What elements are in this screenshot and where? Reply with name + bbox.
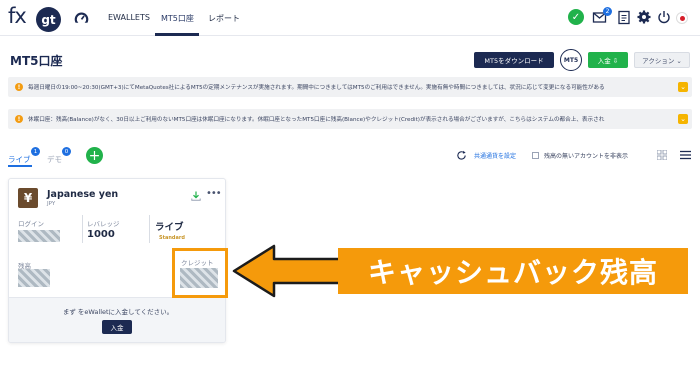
card-deposit-button[interactable]: 入金 [102, 320, 132, 334]
dormant-account-notice: ! 休眠口座：残高(Balance)がなく、30日以上ご利用のないMT5口座は休… [8, 109, 692, 129]
yen-currency-icon: ¥ [18, 188, 38, 208]
gear-icon[interactable] [636, 9, 652, 25]
hide-no-balance-label[interactable]: 残高の無いアカウントを非表示 [544, 151, 628, 160]
dashboard-icon[interactable] [73, 10, 90, 27]
chevron-down-icon[interactable]: ⌄ [678, 114, 688, 124]
top-navigation-bar: fx gt EWALLETS MT5口座 レポート ✓ 2 [0, 0, 700, 36]
nav-active-indicator [155, 33, 199, 36]
divider [82, 215, 83, 243]
fxgt-logo[interactable]: fx gt [8, 4, 64, 32]
chevron-down-icon[interactable]: ⌄ [678, 82, 688, 92]
maintenance-notice: ! 毎週日曜日の19:00~20:30(GMT+3)にてMetaQuotes社に… [8, 77, 692, 97]
deposit-button[interactable]: 入金 ⇩ [588, 52, 628, 68]
more-options-icon[interactable]: ••• [206, 188, 222, 199]
currency-code: JPY [47, 201, 56, 207]
tab-demo[interactable]: デモ [47, 154, 62, 165]
notice-text: 毎週日曜日の19:00~20:30(GMT+3)にてMetaQuotes社による… [28, 85, 605, 91]
warning-icon: ! [15, 83, 23, 91]
annotation-arrow-icon [232, 244, 352, 298]
power-icon[interactable] [656, 9, 672, 25]
deposit-prompt-text: まず をeWalletに入金してください。 [62, 308, 174, 316]
warning-icon: ! [15, 115, 23, 123]
balance-value-masked [18, 269, 50, 287]
account-type-label: ライブ [155, 222, 184, 233]
page-title: MT5口座 [10, 54, 63, 68]
divider [149, 215, 150, 243]
demo-count-badge: 0 [62, 147, 71, 156]
tab-live[interactable]: ライブ [8, 154, 31, 165]
nav-reports[interactable]: レポート [208, 13, 240, 24]
hide-no-balance-checkbox[interactable] [532, 152, 539, 159]
refresh-icon[interactable] [456, 150, 467, 161]
add-account-button[interactable]: + [86, 147, 103, 164]
set-common-currency-link[interactable]: 共通通貨を設定 [474, 151, 516, 160]
download-icon[interactable] [191, 191, 201, 201]
login-value-masked [18, 230, 60, 242]
notice-text: 休眠口座：残高(Balance)がなく、30日以上ご利用のないMT5口座は休眠口… [28, 117, 605, 123]
account-type-standard: Standard [159, 235, 185, 241]
mail-count-badge: 2 [603, 7, 612, 16]
clipboard-icon[interactable] [616, 9, 632, 25]
logo-gt-badge: gt [36, 7, 61, 32]
leverage-label: レバレッジ [87, 220, 120, 228]
tab-active-indicator [8, 165, 32, 167]
mt5-logo-icon[interactable]: MT5 [560, 49, 582, 71]
currency-name: Japanese yen [47, 189, 119, 200]
live-count-badge: 1 [31, 147, 40, 156]
nav-ewallets[interactable]: EWALLETS [108, 13, 150, 22]
login-label: ログイン [18, 220, 44, 228]
credit-highlight-box [172, 248, 228, 298]
action-dropdown[interactable]: アクション ⌄ [634, 52, 690, 68]
cashback-balance-annotation: キャッシュバック残高 [338, 248, 688, 294]
nav-mt5-accounts[interactable]: MT5口座 [161, 13, 194, 24]
check-icon[interactable]: ✓ [568, 9, 584, 25]
grid-view-icon[interactable] [657, 150, 667, 160]
download-mt5-button[interactable]: MT5をダウンロード [474, 52, 554, 68]
japan-flag-icon[interactable] [676, 12, 688, 24]
logo-fx-text: fx [8, 4, 27, 28]
list-view-icon[interactable] [680, 150, 691, 160]
leverage-value: 1000 [87, 229, 115, 240]
